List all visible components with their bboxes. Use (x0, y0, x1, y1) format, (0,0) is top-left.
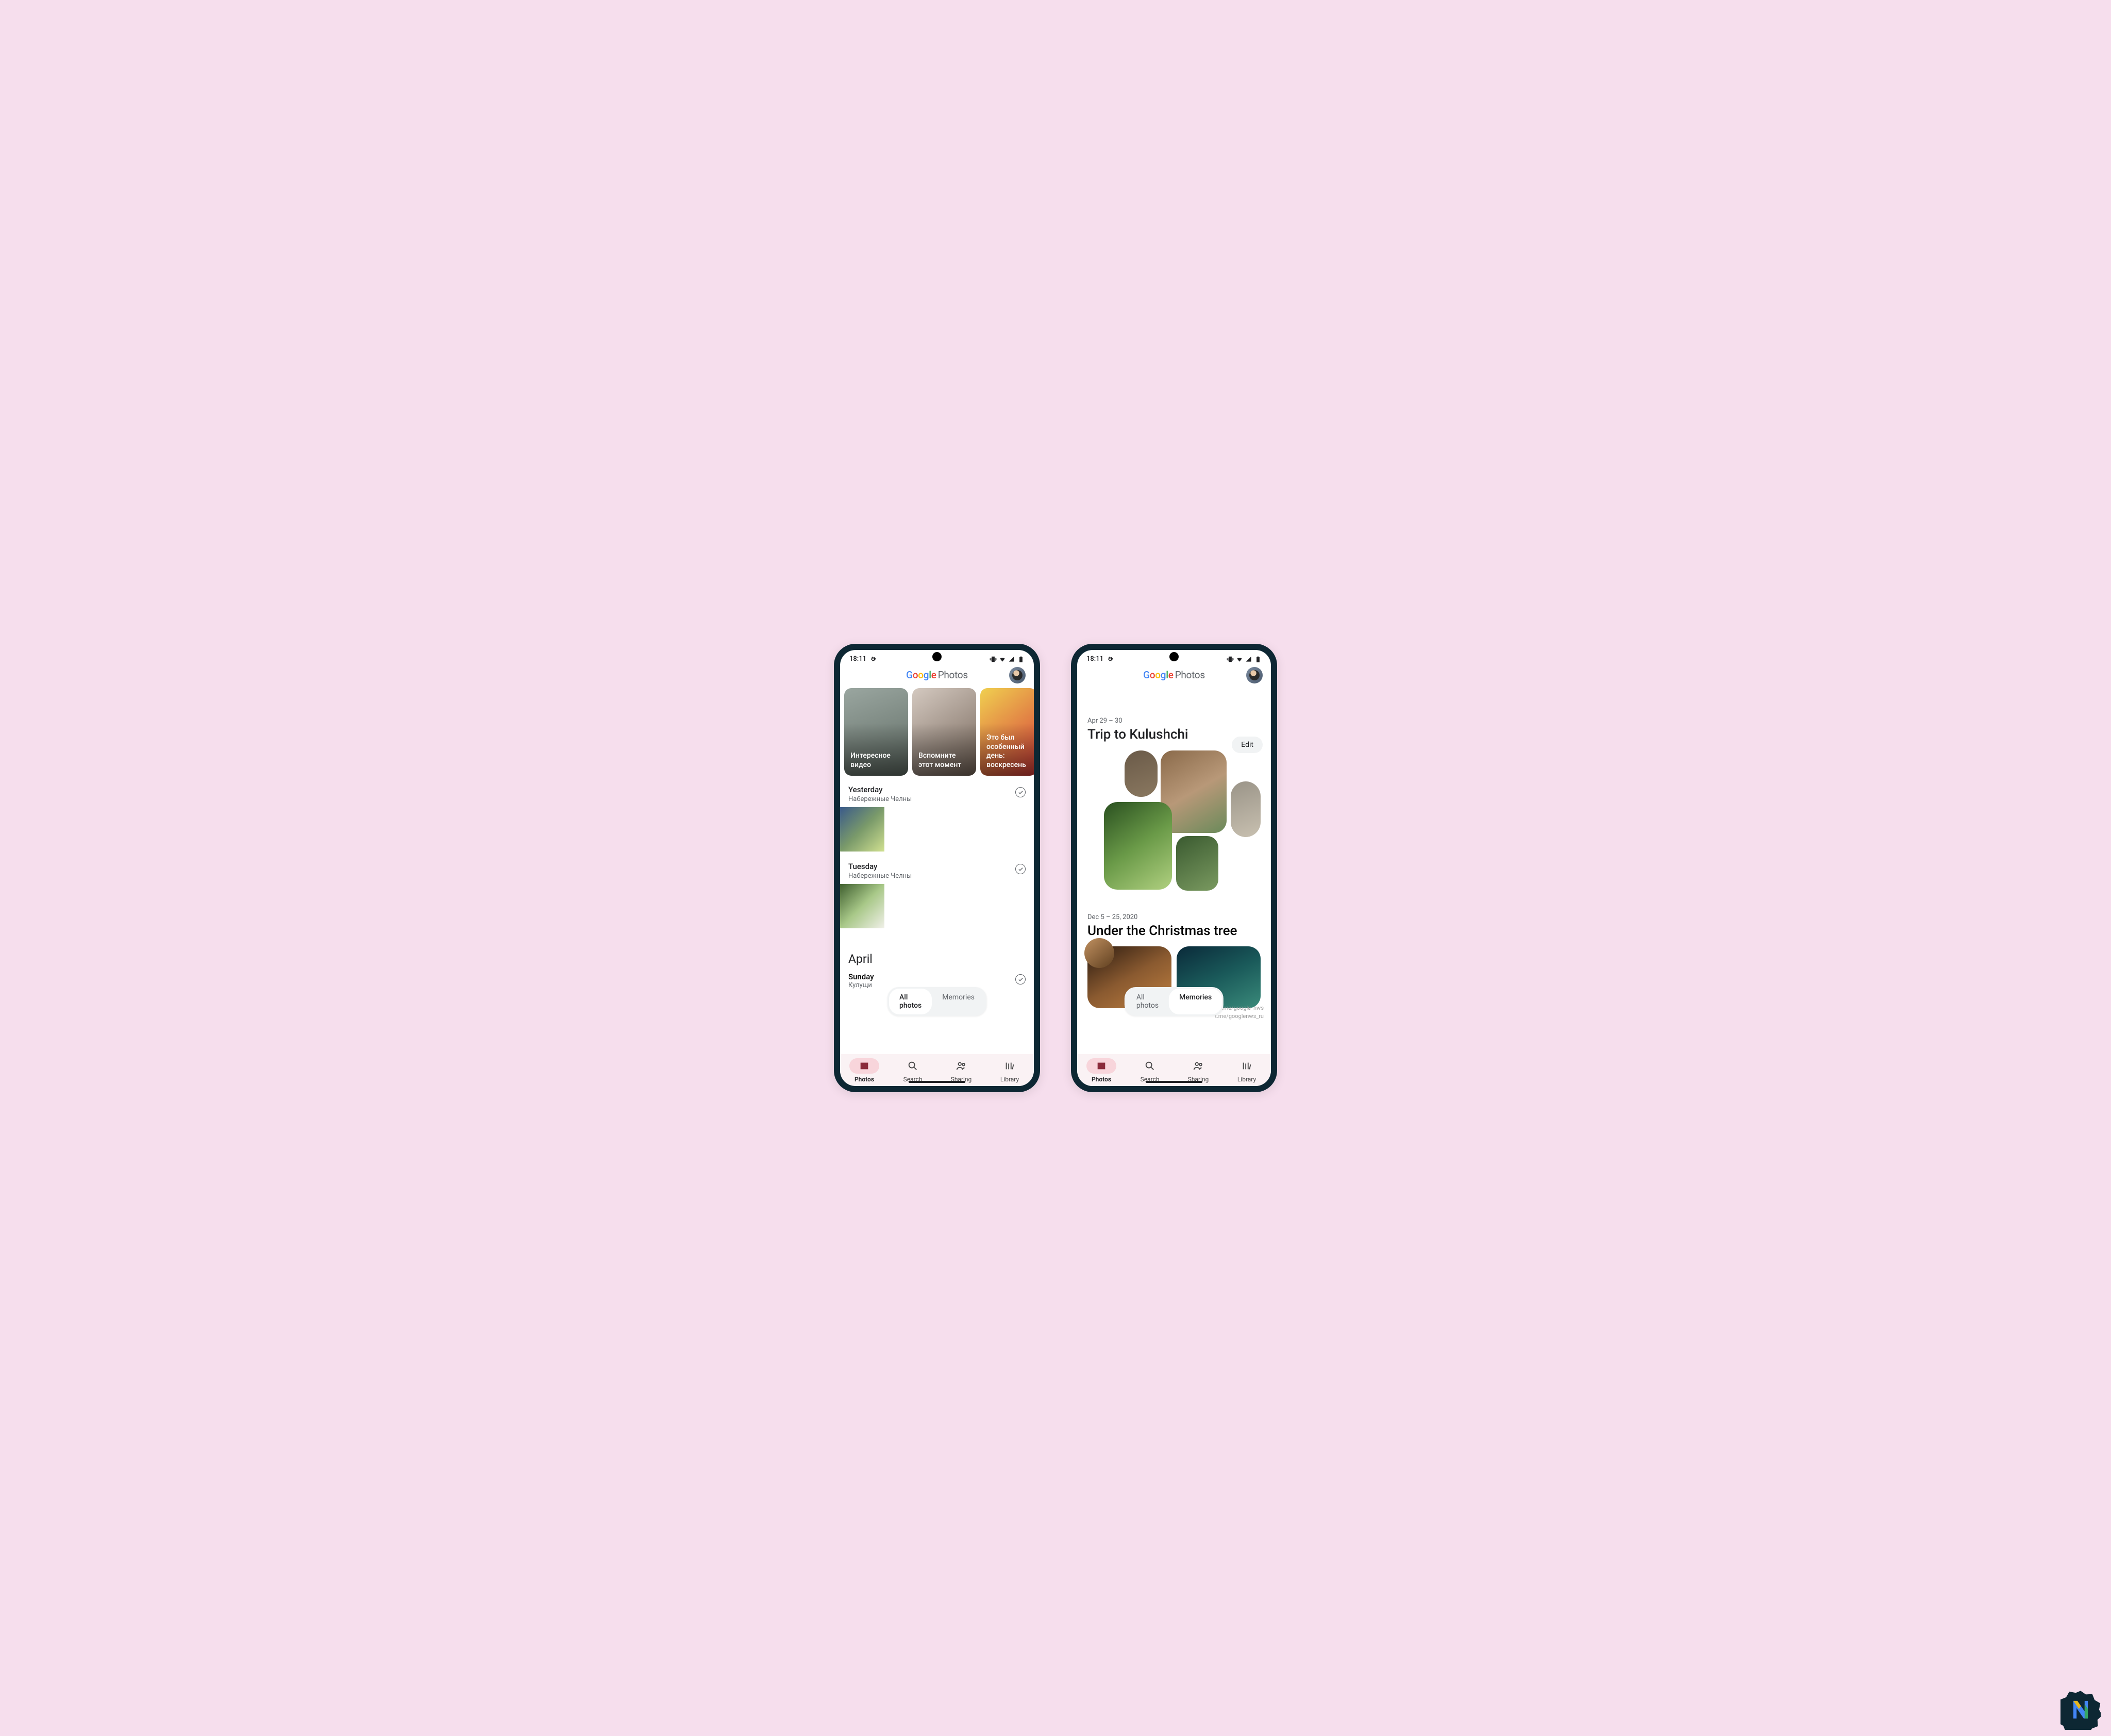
photos-icon (1096, 1060, 1107, 1072)
memory-date: Apr 29 – 30 (1077, 688, 1271, 727)
memories-carousel[interactable]: Интересное видео Вспомните этот момент Э… (840, 688, 1034, 776)
gear-icon (1107, 656, 1114, 663)
memory-title: Вспомните этот момент (918, 752, 970, 770)
section-title: Sunday (848, 972, 874, 981)
nav-sharing[interactable]: Sharing (937, 1058, 985, 1083)
section-title: Yesterday (848, 785, 912, 794)
nav-label: Library (1237, 1076, 1256, 1083)
select-all-icon[interactable] (1015, 864, 1026, 874)
source-badge-icon (2060, 1690, 2101, 1730)
nav-library[interactable]: Library (985, 1058, 1034, 1083)
view-filter-toggle[interactable]: All photos Memories (887, 987, 986, 1016)
vibrate-icon (990, 656, 997, 663)
search-icon (907, 1060, 918, 1072)
photo-thumbnail[interactable] (840, 884, 884, 928)
status-time: 18:11 (849, 655, 866, 663)
sharing-icon (1193, 1060, 1204, 1072)
search-icon (1144, 1060, 1155, 1072)
photos-icon (859, 1060, 870, 1072)
app-bar: GooglePhotos (1077, 665, 1271, 688)
gesture-bar[interactable] (909, 1081, 965, 1083)
filter-all-photos[interactable]: All photos (1126, 989, 1169, 1014)
memory-card[interactable]: Вспомните этот момент (912, 688, 976, 776)
memory-date: Dec 5 – 25, 2020 (1077, 912, 1271, 923)
section-subtitle: Кулущи (848, 981, 874, 989)
nav-library[interactable]: Library (1222, 1058, 1271, 1083)
battery-icon (1254, 656, 1262, 663)
memory-title: Это был особенный день: воскресень (986, 733, 1031, 770)
app-bar: GooglePhotos (840, 665, 1034, 688)
app-logo: GooglePhotos (1143, 669, 1205, 681)
select-all-icon[interactable] (1015, 974, 1026, 984)
camera-cutout (932, 652, 942, 661)
select-all-icon[interactable] (1015, 787, 1026, 797)
memory-title: Интересное видео (850, 752, 902, 770)
signal-icon (1245, 656, 1252, 663)
memory-card[interactable]: Это был особенный день: воскресень (980, 688, 1034, 776)
view-filter-toggle[interactable]: All photos Memories (1125, 987, 1224, 1016)
library-icon (1241, 1060, 1252, 1072)
photo-thumbnail[interactable] (840, 807, 884, 852)
nav-photos[interactable]: Photos (1077, 1058, 1126, 1083)
nav-label: Library (1000, 1076, 1019, 1083)
section-subtitle: Набережные Челны (848, 795, 912, 803)
account-avatar[interactable] (1246, 667, 1263, 683)
collage-photo[interactable] (1125, 750, 1158, 797)
app-logo: GooglePhotos (906, 669, 968, 681)
memory-collage[interactable] (1087, 750, 1261, 900)
signal-icon (1008, 656, 1015, 663)
library-icon (1004, 1060, 1015, 1072)
edit-button[interactable]: Edit (1232, 737, 1263, 753)
nav-label: Photos (855, 1076, 874, 1083)
gear-icon (869, 656, 877, 663)
month-header: April (840, 937, 1034, 972)
camera-cutout (1169, 652, 1179, 661)
vibrate-icon (1227, 656, 1234, 663)
wifi-icon (1236, 656, 1243, 663)
battery-icon (1017, 656, 1025, 663)
status-time: 18:11 (1086, 655, 1103, 663)
collage-photo[interactable] (1176, 836, 1218, 891)
phone-left: 18:11 GooglePhotos (834, 644, 1040, 1092)
filter-memories[interactable]: Memories (932, 989, 985, 1014)
sharing-icon (956, 1060, 967, 1072)
collage-photo[interactable] (1104, 802, 1172, 890)
gesture-bar[interactable] (1146, 1081, 1202, 1083)
nav-search[interactable]: Search (889, 1058, 937, 1083)
nav-label: Photos (1092, 1076, 1111, 1083)
collage-photo[interactable] (1084, 938, 1114, 968)
memory-card[interactable]: Интересное видео (844, 688, 908, 776)
filter-all-photos[interactable]: All photos (889, 989, 932, 1014)
wifi-icon (999, 656, 1006, 663)
nav-search[interactable]: Search (1126, 1058, 1174, 1083)
nav-photos[interactable]: Photos (840, 1058, 889, 1083)
nav-sharing[interactable]: Sharing (1174, 1058, 1222, 1083)
section-title: Tuesday (848, 862, 912, 871)
filter-memories[interactable]: Memories (1169, 989, 1222, 1014)
section-subtitle: Набережные Челны (848, 872, 912, 880)
collage-photo[interactable] (1231, 781, 1261, 837)
account-avatar[interactable] (1009, 667, 1026, 683)
phone-right: 18:11 GooglePhotos Edit (1071, 644, 1277, 1092)
